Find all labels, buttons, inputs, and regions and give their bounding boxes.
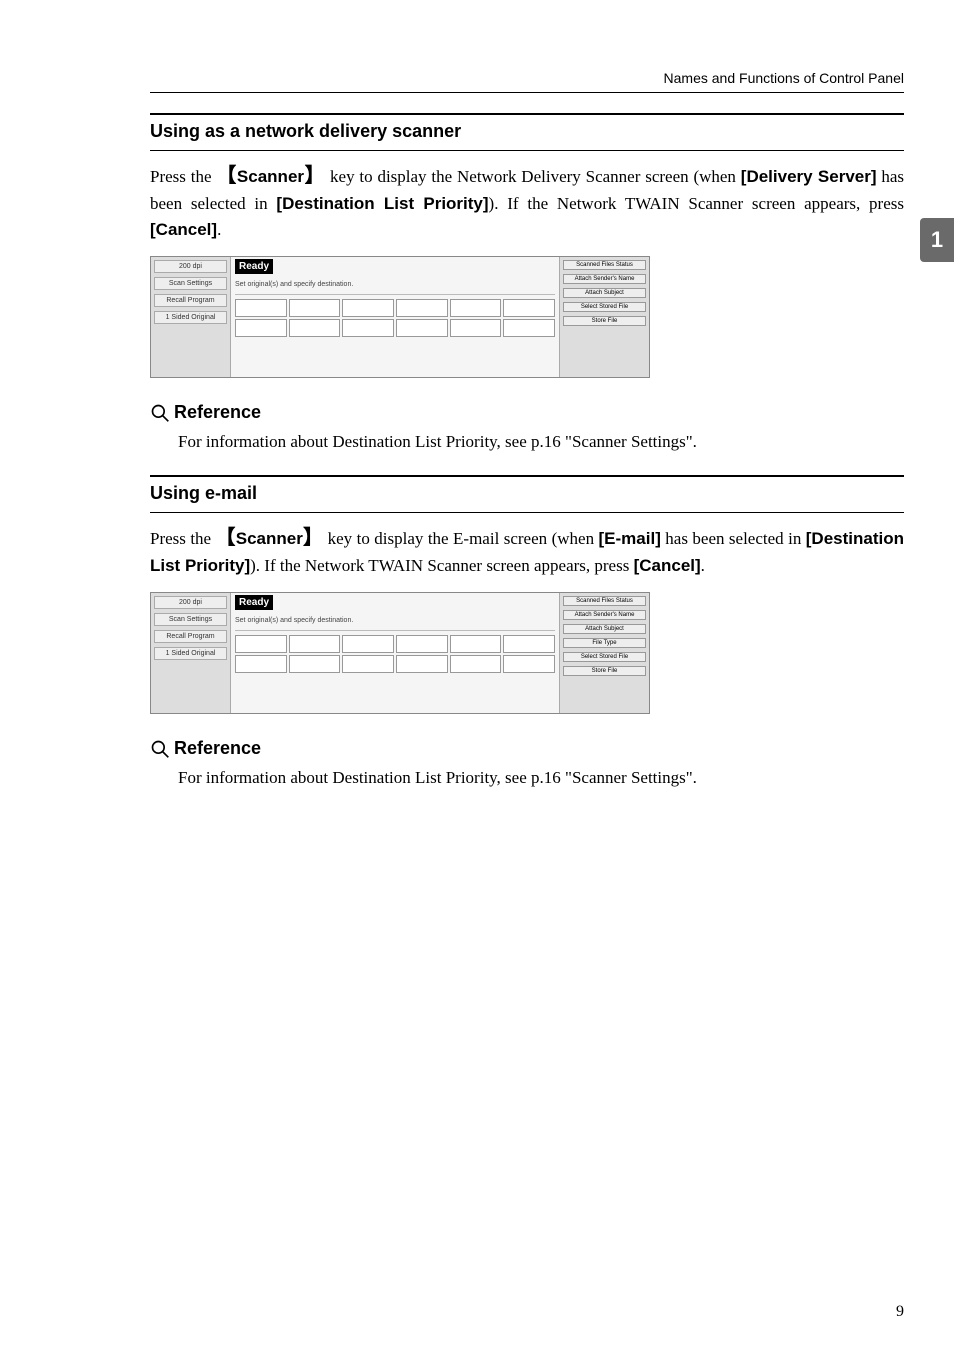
- text: key to display the E-mail screen (when: [323, 529, 598, 548]
- ss-store-file-2: Store File: [563, 666, 646, 676]
- dest-list-priority-label: [Destination List Priority]: [276, 194, 488, 213]
- ss-left-panel: 200 dpi Scan Settings Recall Program 1 S…: [151, 257, 231, 377]
- ss-hint: Set original(s) and specify destination.: [235, 281, 353, 288]
- page-number: 9: [896, 1303, 904, 1321]
- ss-store-file: Store File: [563, 316, 646, 326]
- ss-select-stored-2: Select Stored File: [563, 652, 646, 662]
- ss-dest-grid-2: [235, 635, 555, 673]
- section2-paragraph: Press the 【Scanner】 key to display the E…: [150, 523, 904, 579]
- ss-hint-2: Set original(s) and specify destination.: [235, 617, 353, 624]
- screenshot-inner: 200 dpi Scan Settings Recall Program 1 S…: [150, 256, 650, 378]
- reference-head-1: Reference: [150, 402, 904, 423]
- ss-attach-sender: Attach Sender's Name: [563, 274, 646, 284]
- text: ). If the Network TWAIN Scanner screen a…: [250, 556, 633, 575]
- section-rule-mid: [150, 150, 904, 151]
- reference-head-2: Reference: [150, 738, 904, 759]
- ss-one-sided: 1 Sided Original: [154, 311, 227, 324]
- ss-dpi-2: 200 dpi: [154, 596, 227, 609]
- screenshot-network-delivery: 200 dpi Scan Settings Recall Program 1 S…: [150, 256, 650, 378]
- cancel-label-2: [Cancel]: [634, 556, 701, 575]
- ss-right-panel: Scanned Files Status Attach Sender's Nam…: [559, 257, 649, 377]
- chapter-tab: 1: [920, 218, 954, 262]
- section-network-delivery: Using as a network delivery scanner Pres…: [150, 113, 904, 455]
- ss-attach-subject: Attach Subject: [563, 288, 646, 298]
- running-rule: [150, 92, 904, 93]
- screenshot-email: 200 dpi Scan Settings Recall Program 1 S…: [150, 592, 650, 714]
- reference-icon-2: [150, 739, 170, 759]
- screenshot-inner-2: 200 dpi Scan Settings Recall Program 1 S…: [150, 592, 650, 714]
- ss-select-stored: Select Stored File: [563, 302, 646, 312]
- section-title-network: Using as a network delivery scanner: [150, 121, 904, 142]
- ss-right-panel-2: Scanned Files Status Attach Sender's Nam…: [559, 593, 649, 713]
- reference-title-1: Reference: [174, 402, 261, 423]
- ss-scan-settings: Scan Settings: [154, 277, 227, 290]
- reference-icon: [150, 403, 170, 423]
- ss-left-panel-2: 200 dpi Scan Settings Recall Program 1 S…: [151, 593, 231, 713]
- section-rule-top-2: [150, 475, 904, 477]
- section1-paragraph: Press the 【Scanner】 key to display the N…: [150, 161, 904, 242]
- reference-body-2: For information about Destination List P…: [178, 765, 904, 791]
- text: ). If the Network TWAIN Scanner screen a…: [489, 194, 904, 213]
- page-content: Names and Functions of Control Panel Usi…: [0, 0, 954, 791]
- scanner-key-label: Scanner: [237, 167, 304, 186]
- email-label: [E-mail]: [599, 529, 661, 548]
- cancel-label: [Cancel]: [150, 220, 217, 239]
- text: Press the: [150, 529, 216, 548]
- section-rule-mid-2: [150, 512, 904, 513]
- ss-dpi: 200 dpi: [154, 260, 227, 273]
- ss-recall-program-2: Recall Program: [154, 630, 227, 643]
- ss-ready-label: Ready: [235, 259, 273, 274]
- section-rule-top: [150, 113, 904, 115]
- section-email: Using e-mail Press the 【Scanner】 key to …: [150, 475, 904, 791]
- ss-scanned-status: Scanned Files Status: [563, 260, 646, 270]
- ss-dest-grid: [235, 299, 555, 337]
- ss-scanned-status-2: Scanned Files Status: [563, 596, 646, 606]
- text: has been selected in: [661, 529, 806, 548]
- text: .: [217, 220, 221, 239]
- ss-recall-program: Recall Program: [154, 294, 227, 307]
- ss-one-sided-2: 1 Sided Original: [154, 647, 227, 660]
- key-bracket-right-2: 】: [303, 527, 323, 549]
- text: Press the: [150, 167, 216, 186]
- ss-main-panel-2: Ready Set original(s) and specify destin…: [231, 593, 559, 713]
- running-head: Names and Functions of Control Panel: [150, 70, 904, 86]
- delivery-server-label: [Delivery Server]: [741, 167, 877, 186]
- key-bracket-right: 】: [304, 165, 325, 187]
- text: key to display the Network Delivery Scan…: [325, 167, 741, 186]
- text: .: [701, 556, 705, 575]
- ss-attach-sender-2: Attach Sender's Name: [563, 610, 646, 620]
- key-bracket-left: 【: [216, 165, 237, 187]
- ss-scan-settings-2: Scan Settings: [154, 613, 227, 626]
- ss-attach-subject-2: Attach Subject: [563, 624, 646, 634]
- scanner-key-label-2: Scanner: [236, 529, 303, 548]
- key-bracket-left-2: 【: [216, 527, 236, 549]
- ss-file-type-2: File Type: [563, 638, 646, 648]
- reference-body-1: For information about Destination List P…: [178, 429, 904, 455]
- ss-ready-label-2: Ready: [235, 595, 273, 610]
- reference-title-2: Reference: [174, 738, 261, 759]
- ss-main-panel: Ready Set original(s) and specify destin…: [231, 257, 559, 377]
- section-title-email: Using e-mail: [150, 483, 904, 504]
